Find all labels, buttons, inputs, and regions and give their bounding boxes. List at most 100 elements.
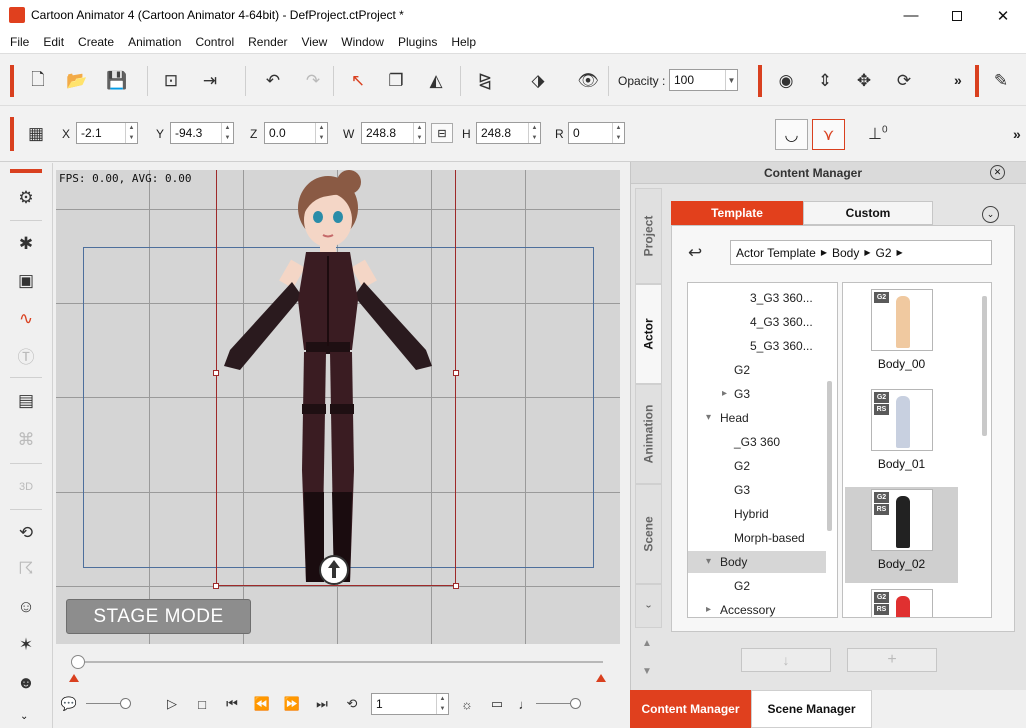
move-icon[interactable]: ✥ (851, 68, 877, 94)
motion-pose-icon[interactable]: ☈ (12, 555, 40, 583)
options-chevron-icon[interactable]: ⌄ (982, 206, 999, 223)
tab-custom[interactable]: Custom (803, 201, 933, 225)
tab-content-manager[interactable]: Content Manager (630, 690, 751, 728)
tree-item[interactable]: ▸ Accessory (688, 599, 826, 617)
tab-scene[interactable]: Scene (635, 484, 662, 584)
actor-animate-icon[interactable]: ✱ (12, 230, 40, 258)
next-frame-icon[interactable]: ⏩ (281, 693, 303, 715)
grid-scrollbar[interactable] (982, 296, 987, 436)
toolbar-more[interactable]: » (954, 72, 962, 88)
tab-scroll-up-icon[interactable]: ▲ (635, 632, 659, 654)
spinner-arrows[interactable]: ▲ ▼ (413, 123, 425, 143)
spinner-arrows[interactable]: ▲ ▼ (221, 123, 233, 143)
folder-tree[interactable]: 3_G3 360... 4_G3 360... 5_G3 360... G2 ▸ G3 ▾ H… (687, 282, 838, 618)
tab-actor[interactable]: Actor (635, 284, 662, 384)
r-field[interactable]: 0 ▲ ▼ (568, 122, 625, 144)
tree-item[interactable]: G3 (688, 479, 826, 501)
play-icon[interactable]: ▷ (161, 693, 183, 715)
x-field[interactable]: -2.1 ▲ ▼ (76, 122, 138, 144)
breadcrumb-item[interactable]: Body (832, 246, 859, 260)
export-icon[interactable]: ⇥ (197, 68, 223, 94)
audio-note-icon[interactable]: ♩ (514, 693, 536, 715)
thumbnail-item[interactable]: G2 RS Body_01 (845, 387, 958, 483)
select-arrow-icon[interactable]: ↖ (345, 68, 371, 94)
expand-arrow-icon[interactable]: ▸ (706, 599, 711, 617)
range-end-marker[interactable] (596, 674, 606, 682)
h-field[interactable]: 248.8 ▲ ▼ (476, 122, 541, 144)
audio-lipsync-icon[interactable]: ∿ (12, 305, 40, 333)
align-icon[interactable]: ⬗ (525, 68, 551, 94)
maximize-button[interactable] (934, 0, 980, 31)
paint-bucket-icon[interactable]: ◭ (423, 68, 449, 94)
tree-item[interactable]: G2 (688, 575, 826, 597)
redo-icon[interactable]: ↷ (300, 68, 326, 94)
opacity-field[interactable]: 100 ▼ (669, 69, 738, 91)
text-icon[interactable]: Ⓣ (12, 341, 40, 369)
tree-item[interactable]: _G3 360 (688, 431, 826, 453)
y-field[interactable]: -94.3 ▲ ▼ (170, 122, 234, 144)
layer-order-icon[interactable]: ⊥0 (868, 124, 888, 144)
spinner-arrows[interactable]: ▲ ▼ (315, 123, 327, 143)
tree-item[interactable]: Hybrid (688, 503, 826, 525)
tree-item[interactable]: G2 (688, 359, 826, 381)
minimize-button[interactable]: — (888, 0, 934, 31)
apply-down-icon[interactable]: ↓ (741, 648, 831, 672)
save-icon[interactable]: 💾 (104, 68, 130, 94)
zoom-slider-thumb[interactable] (120, 698, 131, 709)
tree-scrollbar[interactable] (827, 381, 832, 531)
preview-icon[interactable]: ⊡ (158, 68, 184, 94)
render-icon[interactable]: ▭ (486, 693, 508, 715)
menu-create[interactable]: Create (71, 35, 121, 49)
range-start-marker[interactable] (69, 674, 79, 682)
menu-control[interactable]: Control (188, 35, 241, 49)
thumbnail-item[interactable]: G2 Body_00 (845, 287, 958, 383)
stage-viewport[interactable]: FPS: 0.00, AVG: 0.00 STAGE MODE (56, 170, 620, 644)
back-icon[interactable]: ↩ (688, 243, 702, 263)
bone-icon[interactable]: ⌘ (12, 426, 40, 454)
thumbnail-item[interactable]: G2 RS (845, 587, 958, 617)
thumbnail-grid[interactable]: G2 Body_00 G2 RS Body_01 G2 RS Body_02 G2 RS (842, 282, 992, 618)
expand-arrow-icon[interactable]: ▸ (722, 383, 727, 405)
timeline-track[interactable] (76, 661, 603, 663)
menu-edit[interactable]: Edit (36, 35, 71, 49)
spinner-arrows[interactable]: ▲ ▼ (612, 123, 624, 143)
rotate-icon[interactable]: ⟳ (891, 68, 917, 94)
menu-window[interactable]: Window (334, 35, 391, 49)
thumbnail-item[interactable]: G2 RS Body_02 (845, 487, 958, 583)
timeline-playhead[interactable] (71, 655, 85, 669)
tree-item[interactable]: 3_G3 360... (688, 287, 826, 309)
breadcrumb-item[interactable]: Actor Template (736, 246, 816, 260)
tab-scene-manager[interactable]: Scene Manager (751, 690, 872, 728)
open-folder-icon[interactable]: 📂 (64, 68, 90, 94)
dropdown-arrow-icon[interactable]: ▼ (725, 70, 737, 90)
tree-item[interactable]: ▾ Body (688, 551, 826, 573)
tree-item[interactable]: ▸ G3 (688, 383, 826, 405)
flip-icon[interactable]: ⧎ (472, 68, 498, 94)
transform-icon[interactable]: ⟲ (12, 519, 40, 547)
breadcrumb-item[interactable]: G2 (876, 246, 892, 260)
collapse-arrow-icon[interactable]: ▾ (706, 407, 711, 429)
duplicate-icon[interactable]: ❐ (383, 68, 409, 94)
tree-item[interactable]: 5_G3 360... (688, 335, 826, 357)
tab-more[interactable]: ‹ (635, 584, 662, 628)
character-composer-icon[interactable]: ⚙ (12, 184, 40, 212)
grid-icon[interactable]: ▦ (23, 121, 49, 147)
tree-item[interactable]: G2 (688, 455, 826, 477)
camera-view-icon[interactable]: ◉ (773, 68, 799, 94)
new-file-icon[interactable]: 🗋 (25, 68, 51, 94)
close-button[interactable]: ✕ (980, 0, 1026, 31)
face-key-icon[interactable]: ☻ (12, 669, 40, 697)
visibility-eye-icon[interactable]: 👁 (575, 68, 601, 94)
spinner-arrows[interactable]: ▲ ▼ (125, 123, 137, 143)
menu-file[interactable]: File (3, 35, 36, 49)
first-frame-icon[interactable]: ⏮ (221, 693, 243, 715)
loop-icon[interactable]: ⟲ (341, 693, 363, 715)
tree-item[interactable]: ▾ Head (688, 407, 826, 429)
volume-slider-thumb[interactable] (570, 698, 581, 709)
frame-field[interactable]: 1 ▲ ▼ (371, 693, 449, 715)
tab-animation[interactable]: Animation (635, 384, 662, 484)
character-actor[interactable] (206, 170, 466, 590)
last-frame-icon[interactable]: ⏭ (311, 693, 333, 715)
menu-view[interactable]: View (294, 35, 334, 49)
move-vertical-icon[interactable]: ⇕ (812, 68, 838, 94)
